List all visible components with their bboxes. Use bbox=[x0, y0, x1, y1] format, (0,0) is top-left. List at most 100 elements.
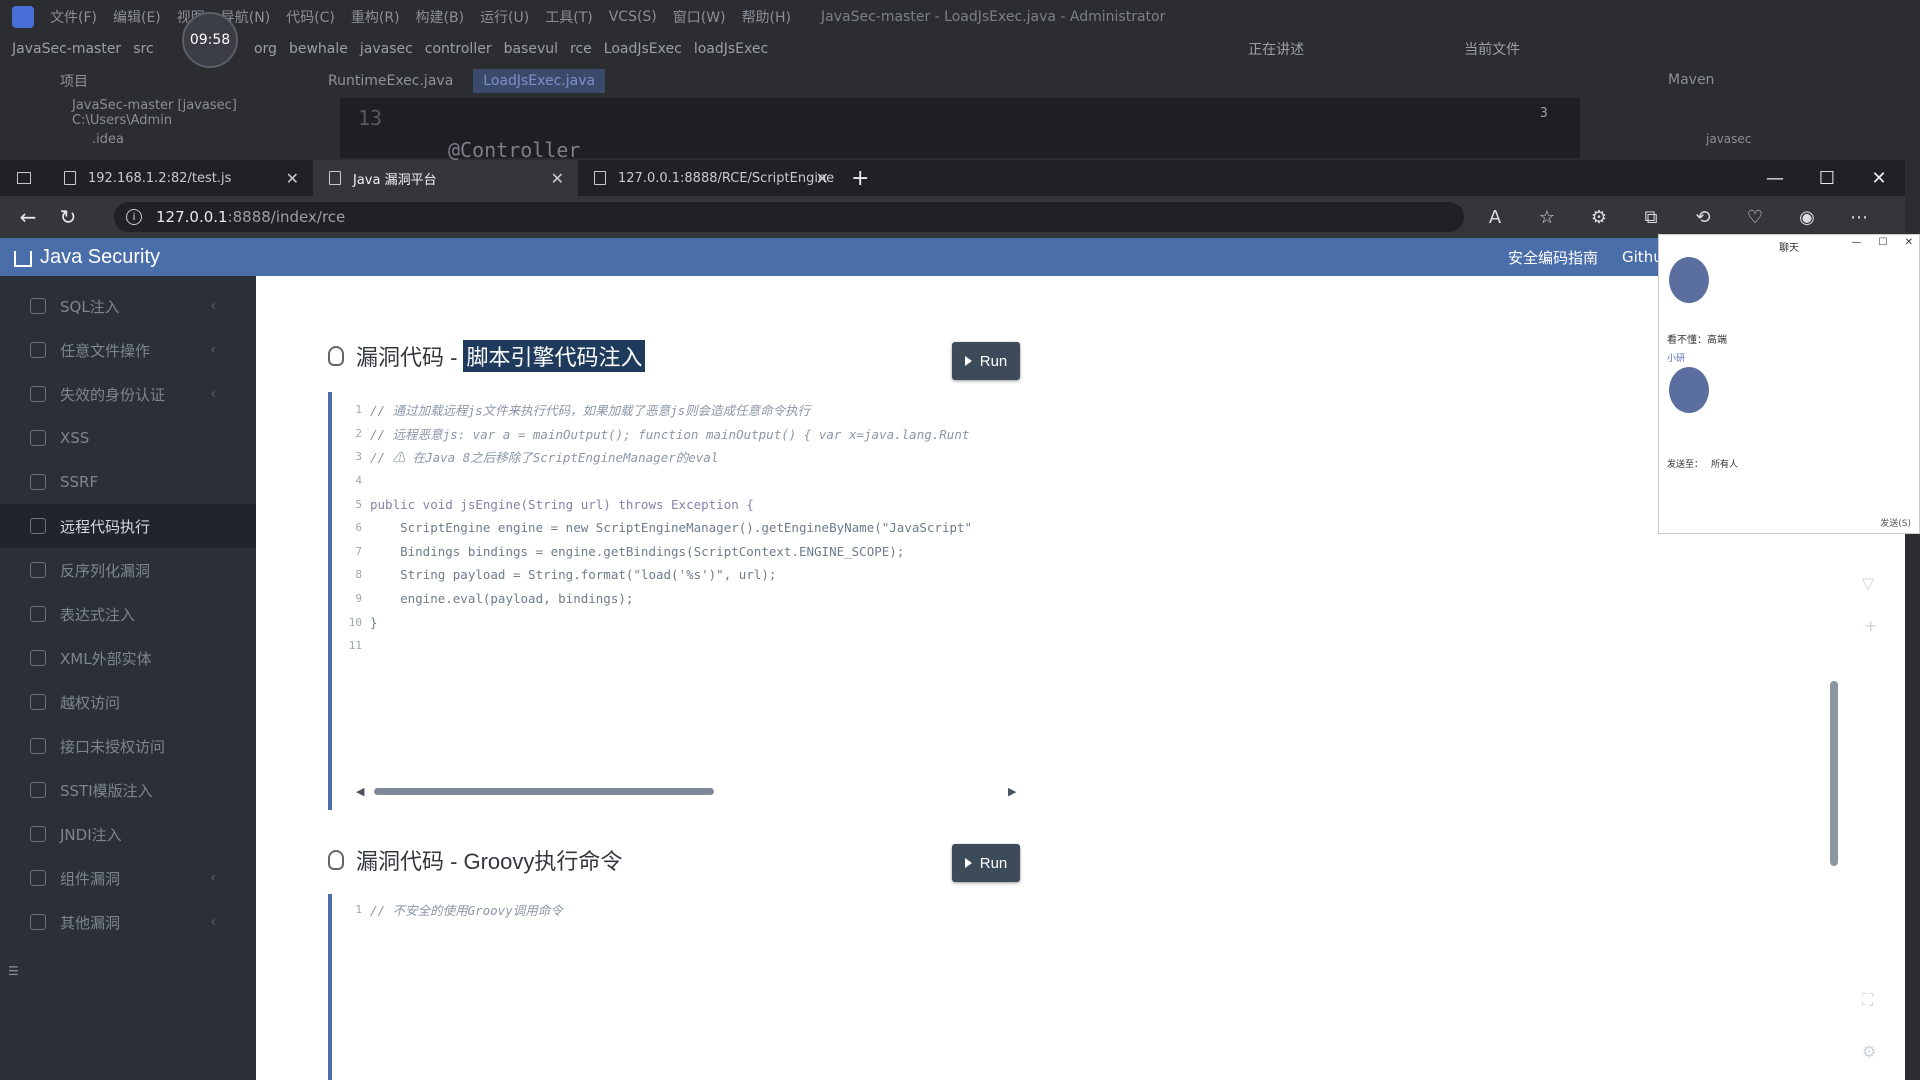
ide-menu-build[interactable]: 构建(B) bbox=[416, 7, 465, 27]
sidebar-item-other[interactable]: 其他漏洞 ‹ bbox=[0, 900, 256, 944]
maximize-icon[interactable]: ☐ bbox=[1801, 168, 1853, 189]
ide-menu-code[interactable]: 代码(C) bbox=[286, 7, 335, 27]
ide-menu-tools[interactable]: 工具(T) bbox=[545, 7, 592, 27]
sidebar-item-expression[interactable]: 表达式注入 bbox=[0, 592, 256, 636]
run-button-script-engine[interactable]: Run bbox=[952, 342, 1020, 380]
sidebar-item-rce[interactable]: 远程代码执行 bbox=[0, 504, 256, 548]
breadcrumb-item[interactable]: javasec bbox=[360, 41, 413, 57]
project-idea-folder[interactable]: .idea bbox=[92, 132, 340, 147]
current-file-select[interactable]: 当前文件 bbox=[1464, 39, 1520, 59]
profile-icon[interactable]: ◉ bbox=[1781, 207, 1833, 228]
sidebar-item-file[interactable]: 任意文件操作 ‹ bbox=[0, 328, 256, 372]
browser-tab-java-platform[interactable]: Java 漏洞平台 ✕ bbox=[313, 160, 578, 196]
breadcrumb-item[interactable]: rce bbox=[570, 41, 592, 57]
tab-runtimeexec[interactable]: RuntimeExec.java bbox=[328, 73, 453, 89]
scroll-left-icon[interactable]: ◀ bbox=[356, 785, 364, 798]
url-input[interactable]: i 127.0.0.1 :8888/index/rce bbox=[114, 202, 1464, 232]
breadcrumb-item[interactable]: src bbox=[133, 41, 153, 57]
ide-menu-window[interactable]: 窗口(W) bbox=[673, 7, 726, 27]
close-window-icon[interactable]: ✕ bbox=[1853, 168, 1905, 189]
lock-icon bbox=[30, 562, 46, 578]
sidebar-item-ssti[interactable]: SSTI模版注入 bbox=[0, 768, 256, 812]
maven-item-javasec[interactable]: javasec bbox=[1706, 132, 1920, 146]
extensions-icon[interactable]: ⚙ bbox=[1573, 207, 1625, 228]
project-root[interactable]: JavaSec-master [javasec] C:\Users\Admin bbox=[72, 98, 340, 128]
close-icon[interactable]: ✕ bbox=[1905, 237, 1913, 248]
code-block-groovy[interactable]: 1 // 不安全的使用Groovy调用命令 bbox=[328, 894, 1018, 1080]
address-bar: ← ↻ i 127.0.0.1 :8888/index/rce A ☆ ⚙ ⧉ … bbox=[0, 196, 1905, 238]
close-tab-icon[interactable]: ✕ bbox=[816, 169, 829, 188]
send-to-select[interactable]: 所有人 bbox=[1711, 457, 1738, 470]
nav-link-guide[interactable]: 安全编码指南 bbox=[1508, 247, 1598, 268]
sidebar-item-auth[interactable]: 失效的身份认证 ‹ bbox=[0, 372, 256, 416]
sidebar-item-xxe[interactable]: XML外部实体 bbox=[0, 636, 256, 680]
code-line: 8 String payload = String.format("load('… bbox=[332, 563, 1018, 587]
reload-icon[interactable]: ↻ bbox=[48, 205, 88, 229]
breadcrumb-item[interactable]: loadJsExec bbox=[694, 41, 768, 57]
sidebar-item-sql[interactable]: SQL注入 ‹ bbox=[0, 284, 256, 328]
breadcrumb-item[interactable]: JavaSec-master bbox=[12, 41, 121, 57]
browser-tabstrip: 192.168.1.2:82/test.js ✕ Java 漏洞平台 ✕ 127… bbox=[0, 160, 1905, 196]
horizontal-scrollbar[interactable] bbox=[374, 788, 714, 795]
code-block-script-engine[interactable]: 1// 通过加载远程js文件来执行代码，如果加载了恶意js则会造成任意命令执行 … bbox=[328, 392, 1018, 810]
line-number: 1 bbox=[355, 903, 362, 917]
scroll-right-icon[interactable]: ▶ bbox=[1008, 785, 1016, 798]
code-line: 6 ScriptEngine engine = new ScriptEngine… bbox=[332, 516, 1018, 540]
minimize-icon[interactable]: — bbox=[1851, 237, 1861, 248]
tab-project[interactable]: 项目 bbox=[60, 71, 88, 91]
tab-actions-icon[interactable] bbox=[0, 160, 48, 196]
sidebar-item-privilege[interactable]: 越权访问 bbox=[0, 680, 256, 724]
close-tab-icon[interactable]: ✕ bbox=[286, 169, 299, 188]
sidebar-item-label: XSS bbox=[60, 429, 90, 447]
plus-icon[interactable]: + bbox=[1864, 616, 1877, 635]
filter-icon[interactable]: ▽ bbox=[1862, 574, 1874, 593]
sidebar-item-label: 越权访问 bbox=[60, 693, 121, 712]
breadcrumb-item[interactable]: basevul bbox=[504, 41, 558, 57]
site-brand[interactable]: Java Security bbox=[14, 246, 160, 269]
history-icon[interactable]: ⟲ bbox=[1677, 207, 1729, 228]
breadcrumb-item[interactable]: bewhale bbox=[289, 41, 348, 57]
ide-menu-edit[interactable]: 编辑(E) bbox=[113, 7, 161, 27]
browser-tab-label: Java 漏洞平台 bbox=[353, 172, 437, 188]
new-tab-button[interactable]: + bbox=[851, 166, 869, 191]
sidebar-item-xss[interactable]: XSS bbox=[0, 416, 256, 460]
run-button-groovy[interactable]: Run bbox=[952, 844, 1020, 882]
sidebar-item-deserialization[interactable]: 反序列化漏洞 bbox=[0, 548, 256, 592]
sidebar-item-components[interactable]: 组件漏洞 ‹ bbox=[0, 856, 256, 900]
sidebar-toggle-icon[interactable]: ☰ bbox=[8, 964, 20, 978]
breadcrumb-item[interactable]: org bbox=[254, 41, 277, 57]
minimize-icon[interactable]: — bbox=[1749, 168, 1801, 189]
performance-icon[interactable]: ♡ bbox=[1729, 207, 1781, 228]
code-editor[interactable]: 13 @Controller 3 bbox=[340, 98, 1580, 162]
more-icon[interactable]: ⋯ bbox=[1833, 207, 1885, 228]
vertical-scrollbar[interactable] bbox=[1830, 681, 1838, 866]
send-button[interactable]: 发送(S) bbox=[1880, 516, 1911, 529]
info-icon[interactable]: i bbox=[126, 209, 142, 225]
ide-menu-file[interactable]: 文件(F) bbox=[50, 7, 97, 27]
breadcrumb-item[interactable]: controller bbox=[425, 41, 492, 57]
ide-menu-refactor[interactable]: 重构(R) bbox=[351, 7, 400, 27]
line-number: 6 bbox=[355, 521, 362, 535]
ide-menu-run[interactable]: 运行(U) bbox=[480, 7, 529, 27]
close-tab-icon[interactable]: ✕ bbox=[551, 169, 564, 188]
read-aloud-icon[interactable]: A bbox=[1469, 207, 1521, 228]
collections-icon[interactable]: ⧉ bbox=[1625, 207, 1677, 228]
favorite-icon[interactable]: ☆ bbox=[1521, 207, 1573, 228]
chat-window-controls: — ☐ ✕ bbox=[1837, 237, 1913, 248]
breadcrumb-item[interactable]: LoadJsExec bbox=[604, 41, 682, 57]
sidebar-item-unauth-api[interactable]: 接口未授权访问 bbox=[0, 724, 256, 768]
back-icon[interactable]: ← bbox=[8, 205, 48, 229]
warning-count[interactable]: 3 bbox=[1540, 106, 1548, 121]
maximize-icon[interactable]: ☐ bbox=[1878, 237, 1887, 248]
browser-tab-label: 127.0.0.1:8888/RCE/ScriptEngine bbox=[618, 170, 835, 186]
settings-icon[interactable]: ⚙ bbox=[1862, 1042, 1876, 1061]
tab-loadjsexec[interactable]: LoadJsExec.java bbox=[473, 69, 606, 93]
browser-tab-scriptengine[interactable]: 127.0.0.1:8888/RCE/ScriptEngine ✕ bbox=[578, 160, 843, 196]
sidebar-item-ssrf[interactable]: SSRF bbox=[0, 460, 256, 504]
browser-tab-testjs[interactable]: 192.168.1.2:82/test.js ✕ bbox=[48, 160, 313, 196]
run-config-select[interactable]: 正在讲述 bbox=[1248, 39, 1304, 59]
sidebar-item-jndi[interactable]: JNDI注入 bbox=[0, 812, 256, 856]
ide-menu-vcs[interactable]: VCS(S) bbox=[609, 9, 657, 25]
ide-menu-help[interactable]: 帮助(H) bbox=[742, 7, 791, 27]
screenshot-icon[interactable]: ⛶ bbox=[1862, 990, 1873, 1010]
